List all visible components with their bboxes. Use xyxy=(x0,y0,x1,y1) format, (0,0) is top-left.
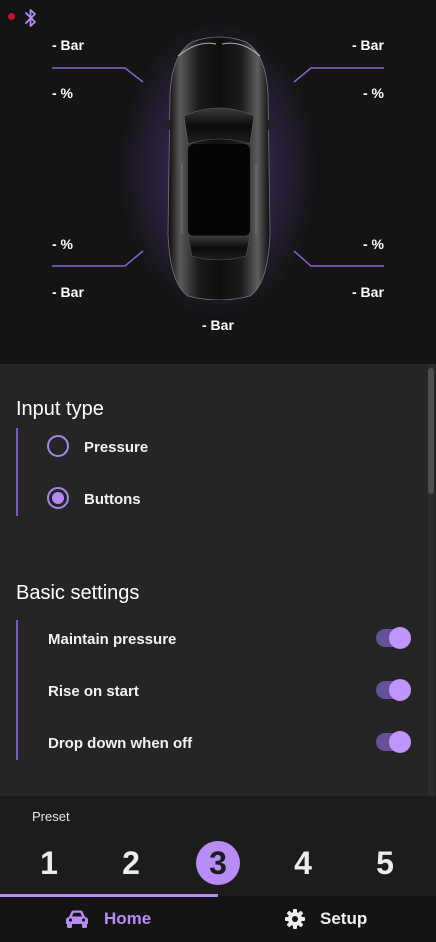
preset-5-button[interactable]: 5 xyxy=(363,841,407,885)
rear-right-pressure: - Bar xyxy=(352,284,384,300)
radio-pressure-label[interactable]: Pressure xyxy=(84,439,148,456)
rise-on-start-toggle[interactable] xyxy=(376,679,411,701)
preset-title: Preset xyxy=(32,809,70,824)
rear-left-percent: - % xyxy=(52,236,73,252)
nav-setup-label: Setup xyxy=(320,909,368,928)
scrollbar-thumb[interactable] xyxy=(428,368,434,494)
front-right-pressure: - Bar xyxy=(352,37,384,53)
nav-home-tab[interactable]: Home xyxy=(64,896,151,942)
radio-buttons[interactable] xyxy=(47,487,69,509)
basic-settings-title: Basic settings xyxy=(16,582,140,604)
toggle-knob xyxy=(389,627,411,649)
preset-4-button[interactable]: 4 xyxy=(281,841,325,885)
front-right-percent: - % xyxy=(363,85,384,101)
radio-pressure[interactable] xyxy=(47,435,69,457)
rise-on-start-label: Rise on start xyxy=(48,683,139,700)
maintain-pressure-toggle[interactable] xyxy=(376,627,411,649)
preset-selector: Preset 1 2 3 4 5 xyxy=(0,796,436,896)
car-status-panel: - Bar - % - Bar - % - % - Bar - % - Bar … xyxy=(0,0,436,364)
preset-1-button[interactable]: 1 xyxy=(27,841,71,885)
car-icon xyxy=(66,910,88,928)
car-top-view-image xyxy=(160,36,278,300)
toggle-knob xyxy=(389,731,411,753)
front-left-pressure: - Bar xyxy=(52,37,84,53)
preset-3-button[interactable]: 3 xyxy=(196,841,240,885)
input-type-title: Input type xyxy=(16,398,104,420)
basic-settings-divider xyxy=(16,620,18,760)
drop-down-when-off-label: Drop down when off xyxy=(48,735,193,752)
radio-buttons-label[interactable]: Buttons xyxy=(84,491,141,508)
nav-home-label: Home xyxy=(104,909,152,928)
tank-pressure: - Bar xyxy=(202,317,234,333)
settings-panel[interactable]: Input type Pressure Buttons Basic settin… xyxy=(0,364,436,796)
rear-right-percent: - % xyxy=(363,236,384,252)
drop-down-when-off-toggle[interactable] xyxy=(376,731,411,753)
maintain-pressure-label: Maintain pressure xyxy=(48,631,177,648)
preset-2-button[interactable]: 2 xyxy=(109,841,153,885)
input-type-divider xyxy=(16,428,18,516)
rear-left-pressure: - Bar xyxy=(52,284,84,300)
toggle-knob xyxy=(389,679,411,701)
gear-icon xyxy=(285,909,305,929)
bottom-navigation: Home Setup xyxy=(0,894,436,942)
nav-setup-tab[interactable]: Setup xyxy=(284,896,367,942)
front-left-percent: - % xyxy=(52,85,73,101)
